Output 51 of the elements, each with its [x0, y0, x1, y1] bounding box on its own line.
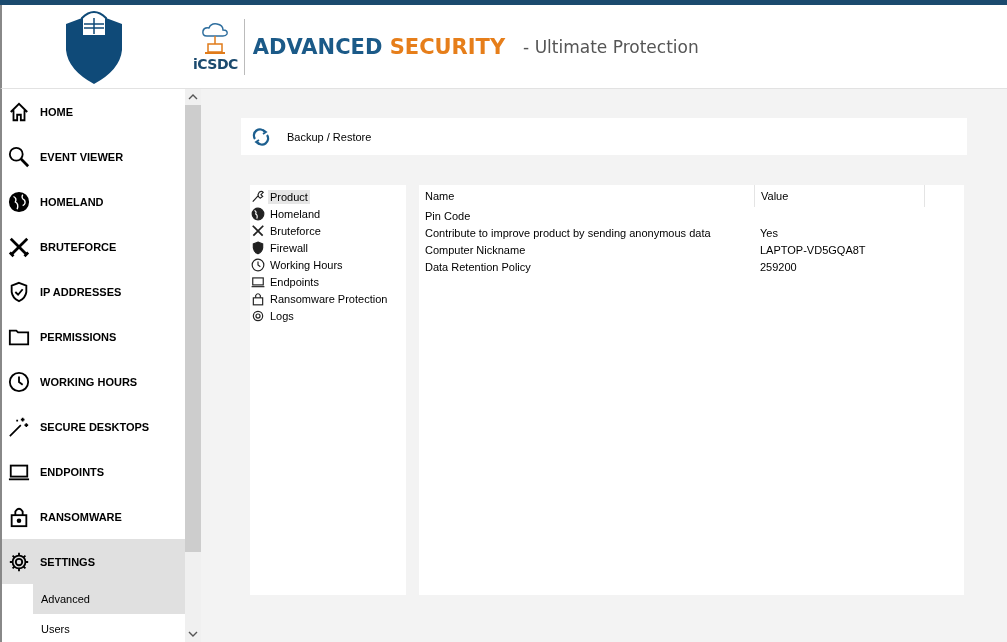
crossed-swords-icon	[8, 235, 30, 258]
table-cell: 259200	[760, 260, 797, 273]
table-cell: Yes	[760, 226, 778, 239]
table-cell: LAPTOP-VD5GQA8T	[760, 243, 866, 256]
tree-item[interactable]: Ransomware Protection	[268, 291, 390, 306]
sidebar-item[interactable]: IP ADDRESSES	[2, 269, 185, 314]
company-logo-text: iCSDC	[193, 55, 238, 72]
clock-icon	[251, 257, 265, 272]
refresh-icon	[251, 126, 271, 147]
search-icon	[8, 145, 30, 168]
tagline: - Ultimate Protection	[523, 36, 699, 57]
table-cell: Pin Code	[425, 209, 471, 222]
scrollbar-thumb[interactable]	[185, 105, 201, 552]
tree-item[interactable]: Working Hours	[268, 257, 345, 272]
sidebar-item[interactable]: SECURE DESKTOPS	[2, 404, 185, 449]
sidebar-subitem[interactable]: Users	[33, 614, 185, 642]
laptop-icon	[251, 274, 265, 289]
cloud-laptop-icon	[201, 21, 230, 56]
globe-icon	[8, 190, 30, 213]
magic-wand-icon	[8, 415, 30, 438]
backup-restore-button[interactable]: Backup / Restore	[251, 126, 372, 147]
table-cell: Data Retention Policy	[425, 260, 531, 273]
sidebar-item[interactable]: ENDPOINTS	[2, 449, 185, 494]
tree-item[interactable]: Firewall	[268, 240, 310, 255]
clock-icon	[8, 370, 30, 393]
house-icon	[8, 100, 30, 123]
table-cell: Computer Nickname	[425, 243, 526, 256]
crossed-swords-icon	[251, 223, 265, 238]
tree-item[interactable]: Product	[268, 189, 310, 204]
tree-item[interactable]: Bruteforce	[268, 223, 323, 238]
table-cell: Contribute to improve product by sending anonymous data	[425, 226, 711, 239]
product-title: ADVANCED SECURITY	[252, 34, 506, 59]
padlock-icon	[251, 291, 265, 306]
column-header[interactable]: Value	[755, 185, 925, 207]
sidebar-item[interactable]: SETTINGS	[2, 539, 185, 584]
sidebar-item[interactable]: RANSOMWARE	[2, 494, 185, 539]
tree-item[interactable]: Logs	[268, 308, 296, 323]
sidebar-item[interactable]: HOME	[2, 89, 185, 134]
scrollbar[interactable]	[185, 89, 201, 642]
tree-item[interactable]: Homeland	[268, 206, 323, 221]
column-header[interactable]: Name	[419, 185, 755, 207]
sidebar-subitem[interactable]: Advanced	[33, 584, 185, 614]
sidebar-item[interactable]: PERMISSIONS	[2, 314, 185, 359]
tree-item[interactable]: Endpoints	[268, 274, 321, 289]
wrench-icon	[251, 189, 265, 204]
knight-shield-logo-icon	[63, 9, 124, 84]
sidebar-item[interactable]: BRUTEFORCE	[2, 224, 185, 269]
sidebar-item[interactable]: HOMELAND	[2, 179, 185, 224]
sidebar-item[interactable]: WORKING HOURS	[2, 359, 185, 404]
padlock-icon	[8, 505, 30, 528]
sidebar-item[interactable]: EVENT VIEWER	[2, 134, 185, 179]
